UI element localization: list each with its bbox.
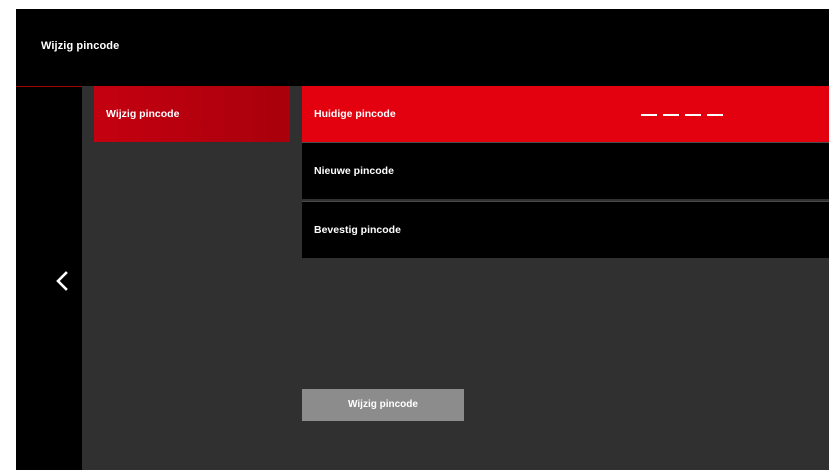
current-pin-placeholder	[641, 114, 725, 117]
sidebar-item-label: Wijzig pincode	[106, 108, 180, 120]
pincode-screen: Wijzig pincode Wijzig pincode Huidige pi…	[16, 9, 829, 470]
back-button[interactable]	[49, 267, 75, 295]
pin-digit-placeholder	[663, 114, 679, 116]
current-pin-label: Huidige pincode	[314, 108, 396, 120]
confirm-pin-field[interactable]: Bevestig pincode	[302, 202, 829, 258]
change-pin-button-label: Wijzig pincode	[348, 399, 418, 410]
change-pin-button[interactable]: Wijzig pincode	[302, 389, 464, 421]
chevron-left-icon	[56, 271, 68, 291]
pin-digit-placeholder	[707, 114, 723, 116]
confirm-pin-label: Bevestig pincode	[314, 224, 401, 236]
sidebar-item-wijzig-pincode[interactable]: Wijzig pincode	[94, 86, 290, 142]
new-pin-label: Nieuwe pincode	[314, 165, 394, 177]
current-pin-field[interactable]: Huidige pincode	[302, 86, 829, 142]
pin-digit-placeholder	[641, 114, 657, 116]
rail-accent-line	[16, 86, 82, 87]
new-pin-field[interactable]: Nieuwe pincode	[302, 143, 829, 199]
header-bar: Wijzig pincode	[16, 9, 829, 86]
pin-digit-placeholder	[685, 114, 701, 116]
page-title: Wijzig pincode	[41, 40, 120, 52]
